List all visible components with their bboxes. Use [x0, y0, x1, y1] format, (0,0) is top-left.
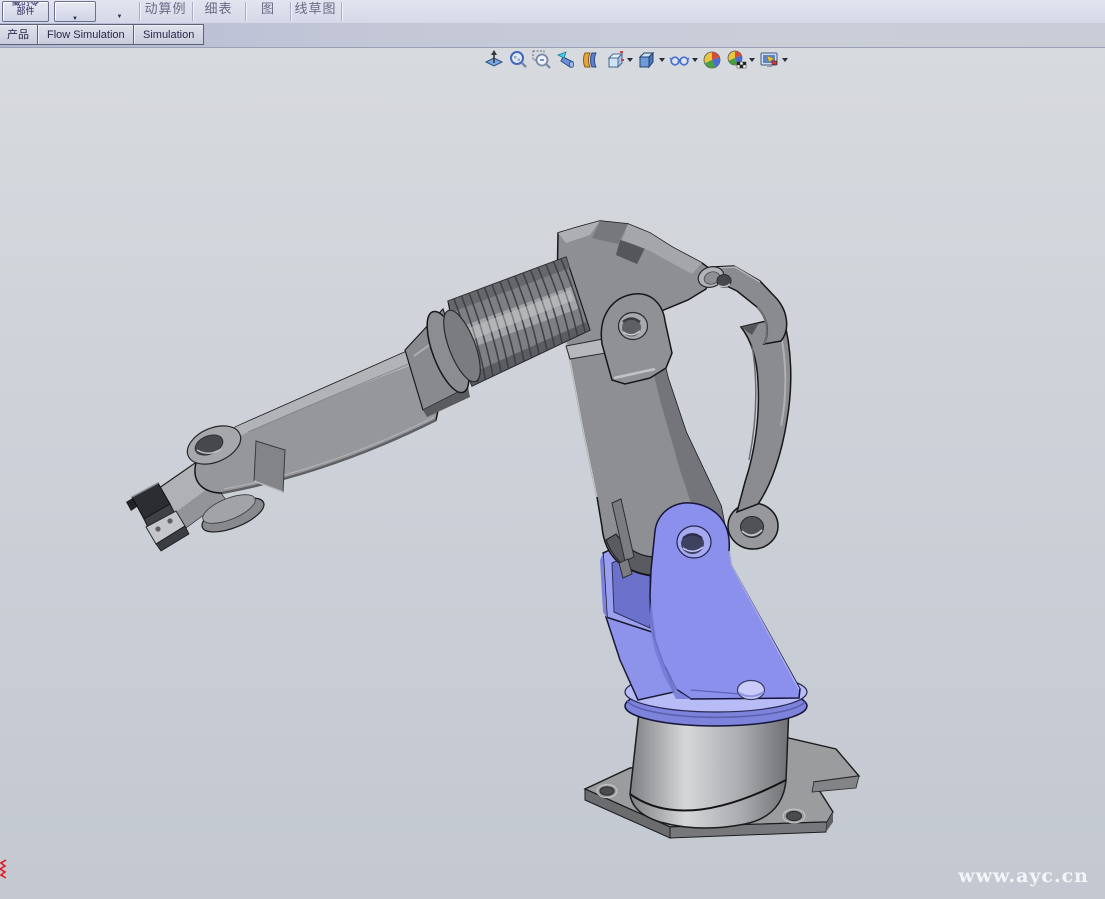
- heads-up-view-toolbar: [483, 49, 789, 70]
- robot-arm-model[interactable]: [0, 0, 1105, 899]
- upper-link-and-pin[interactable]: [696, 263, 787, 344]
- toolbar-separator: [139, 2, 140, 21]
- disk-bolt-dome[interactable]: [738, 681, 765, 700]
- bellows[interactable]: [405, 257, 590, 417]
- zoom-to-area-icon[interactable]: [531, 50, 553, 70]
- exploded-view-button[interactable]: 图: [247, 0, 289, 23]
- dropdown-arrow-icon[interactable]: [627, 58, 633, 62]
- watermark: www.ayc.cn: [958, 865, 1089, 887]
- dropdown-arrow-icon[interactable]: [749, 58, 755, 62]
- dropdown-arrow-icon[interactable]: [659, 58, 665, 62]
- apply-scene-icon[interactable]: [725, 50, 756, 70]
- toolbar-separator: [245, 2, 246, 21]
- toolbar-separator: [341, 2, 342, 21]
- dropdown-arrow-icon: ▼: [55, 15, 95, 22]
- toolbar-separator: [192, 2, 193, 21]
- hide-show-items-icon[interactable]: [668, 50, 699, 70]
- dropdown-arrow-icon[interactable]: [692, 58, 698, 62]
- bill-of-materials-button[interactable]: 细表: [194, 0, 243, 23]
- view-settings-icon[interactable]: [758, 50, 789, 70]
- red-edge-mark: [0, 860, 6, 878]
- hide-show-components-label-line2: 部件: [3, 7, 48, 16]
- explode-line-sketch-button[interactable]: 线草图: [292, 0, 339, 23]
- axis-plane-icon[interactable]: [483, 50, 505, 70]
- dropdown-arrow-icon: ▼: [101, 14, 138, 20]
- zoom-to-fit-icon[interactable]: [507, 50, 529, 70]
- forearm-link[interactable]: [182, 338, 444, 493]
- section-view-icon[interactable]: [580, 50, 602, 70]
- linkage-rod[interactable]: [728, 317, 791, 549]
- tab-simulation[interactable]: Simulation: [133, 24, 204, 45]
- tab-product[interactable]: 产品: [0, 24, 39, 45]
- motion-study-button[interactable]: 动算例: [141, 0, 190, 23]
- command-manager-tab-bar: 产品 Flow Simulation Simulation: [0, 23, 1105, 48]
- display-style-icon[interactable]: [636, 50, 666, 70]
- hide-show-components-button[interactable]: 藏的零 部件: [2, 1, 49, 22]
- assembly-features-dropdown-button[interactable]: ▼: [54, 1, 96, 22]
- reference-geometry-dropdown-button[interactable]: ▼: [101, 1, 138, 22]
- application-window: 藏的零 部件 ▼ ▼ 动算例 细表 图 线草图 产品: [0, 0, 1105, 899]
- command-toolbar: 藏的零 部件 ▼ ▼ 动算例 细表 图 线草图: [0, 0, 1105, 24]
- tab-flow-simulation[interactable]: Flow Simulation: [37, 24, 135, 45]
- edit-appearance-icon[interactable]: [701, 50, 723, 70]
- toolbar-separator: [290, 2, 291, 21]
- view-orientation-icon[interactable]: [604, 50, 634, 70]
- dropdown-arrow-icon[interactable]: [782, 58, 788, 62]
- previous-view-icon[interactable]: [555, 50, 578, 70]
